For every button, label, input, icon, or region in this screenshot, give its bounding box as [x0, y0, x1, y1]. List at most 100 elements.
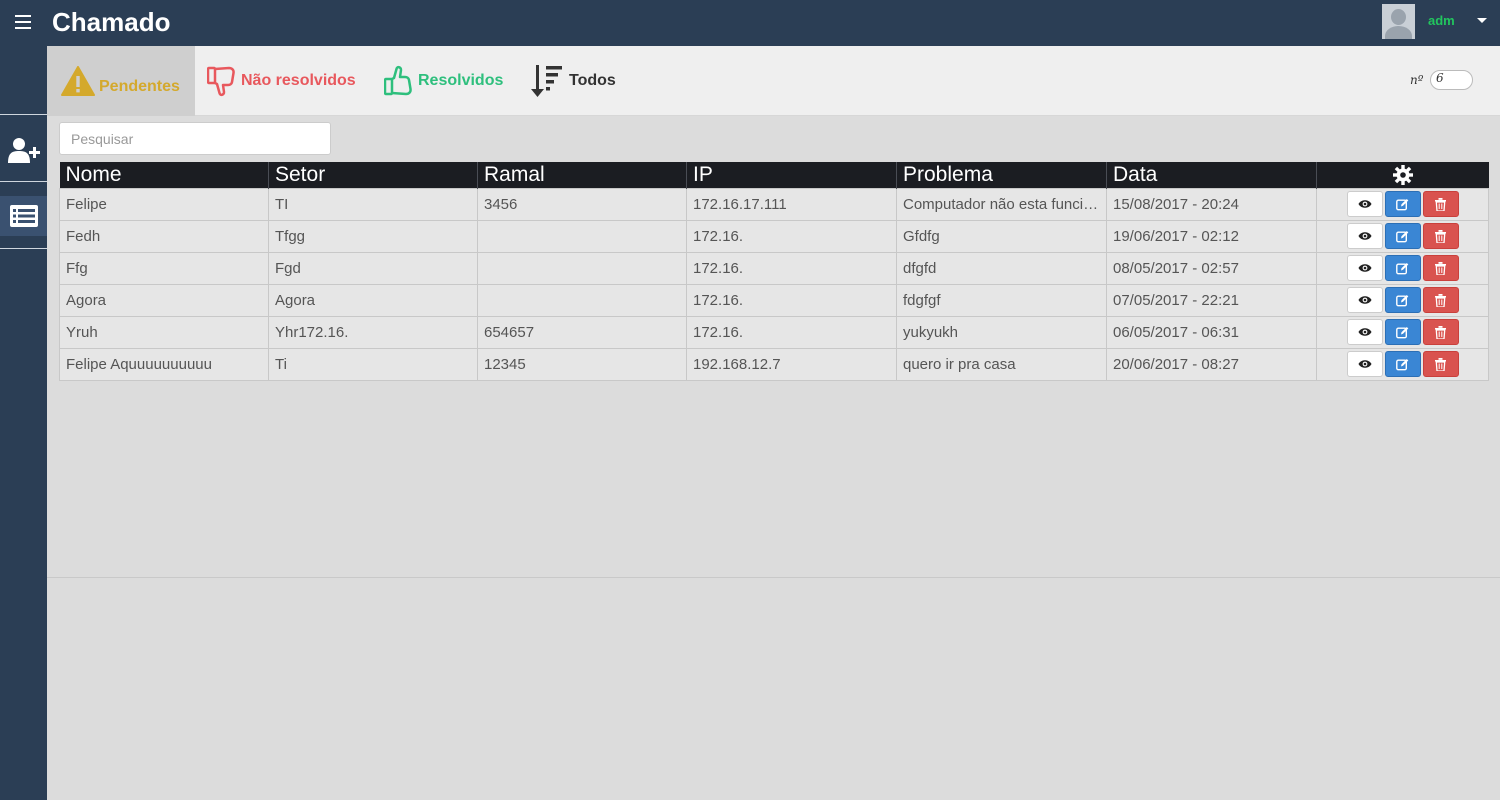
edit-icon: [1396, 326, 1409, 338]
cell-setor: Yhr172.16.: [268, 315, 478, 349]
trash-icon: [1435, 229, 1446, 243]
delete-button[interactable]: [1422, 319, 1459, 345]
delete-button[interactable]: [1422, 191, 1459, 217]
column-header[interactable]: Data: [1106, 162, 1317, 188]
eye-icon: [1358, 360, 1371, 368]
gear-icon: [1392, 165, 1413, 186]
trash-icon: [1435, 293, 1446, 307]
actions-column-header: [1316, 162, 1489, 188]
trash-icon: [1435, 357, 1446, 371]
view-button[interactable]: [1346, 191, 1383, 217]
cell-data: 07/05/2017 - 22:21: [1106, 283, 1317, 317]
cell-ramal: 12345: [477, 347, 687, 381]
edit-button[interactable]: [1384, 287, 1421, 313]
cell-nome: Felipe Aquuuuuuuuuu: [59, 347, 269, 381]
row-actions: [1316, 187, 1489, 221]
cell-nome: Ffg: [59, 251, 269, 285]
view-button[interactable]: [1346, 223, 1383, 249]
user-avatar[interactable]: [1382, 4, 1415, 39]
search-input[interactable]: [59, 122, 331, 155]
tab-nao-resolvidos[interactable]: Não resolvidos: [207, 46, 356, 116]
view-button[interactable]: [1346, 319, 1383, 345]
tab-pendentes-label: Pendentes: [99, 78, 180, 95]
view-button[interactable]: [1346, 287, 1383, 313]
cell-nome: Felipe: [59, 187, 269, 221]
app-title: Chamado: [52, 7, 171, 37]
delete-button[interactable]: [1422, 287, 1459, 313]
sidebar-divider: [0, 248, 47, 249]
cell-ip: 172.16.: [686, 283, 897, 317]
hamburger-menu-icon[interactable]: [15, 15, 31, 29]
view-button[interactable]: [1346, 255, 1383, 281]
eye-icon: [1358, 200, 1371, 208]
column-header[interactable]: Ramal: [477, 162, 687, 188]
user-dropdown-caret-icon[interactable]: [1477, 18, 1487, 23]
cell-nome: Fedh: [59, 219, 269, 253]
user-plus-icon: [7, 138, 40, 163]
column-header[interactable]: Setor: [268, 162, 478, 188]
edit-icon: [1396, 198, 1409, 210]
trash-icon: [1435, 325, 1446, 339]
cell-ramal: [477, 219, 687, 253]
ticket-count-field[interactable]: 6: [1430, 70, 1473, 90]
sort-icon: [531, 65, 562, 97]
edit-icon: [1396, 230, 1409, 242]
edit-button[interactable]: [1384, 351, 1421, 377]
cell-ip: 172.16.17.111: [686, 187, 897, 221]
eye-icon: [1358, 264, 1371, 272]
table-row[interactable]: Ffg Fgd 172.16. dfgfd 08/05/2017 - 02:57: [59, 251, 1489, 285]
table-row[interactable]: Felipe TI 3456 172.16.17.111 Computador …: [59, 187, 1489, 221]
cell-data: 08/05/2017 - 02:57: [1106, 251, 1317, 285]
cell-setor: TI: [268, 187, 478, 221]
cell-ramal: [477, 283, 687, 317]
sidebar-add-user-button[interactable]: [0, 130, 47, 170]
ticket-count-label: nº: [1410, 73, 1424, 87]
sidebar-list-button[interactable]: [0, 196, 47, 236]
cell-ramal: 654657: [477, 315, 687, 349]
eye-icon: [1358, 328, 1371, 336]
cell-setor: Fgd: [268, 251, 478, 285]
table-row[interactable]: Agora Agora 172.16. fdgfgf 07/05/2017 - …: [59, 283, 1489, 317]
delete-button[interactable]: [1422, 255, 1459, 281]
column-header[interactable]: Problema: [896, 162, 1107, 188]
cell-setor: Tfgg: [268, 219, 478, 253]
delete-button[interactable]: [1422, 351, 1459, 377]
tab-nao-resolvidos-label: Não resolvidos: [241, 72, 356, 89]
tab-resolvidos[interactable]: Resolvidos: [384, 46, 503, 116]
table-row[interactable]: Fedh Tfgg 172.16. Gfdfg 19/06/2017 - 02:…: [59, 219, 1489, 253]
edit-button[interactable]: [1384, 319, 1421, 345]
table-row[interactable]: Yruh Yhr172.16. 654657 172.16. yukyukh 0…: [59, 315, 1489, 349]
sidebar-divider: [0, 181, 47, 182]
edit-button[interactable]: [1384, 191, 1421, 217]
tab-pendentes[interactable]: Pendentes: [47, 46, 195, 116]
delete-button[interactable]: [1422, 223, 1459, 249]
username[interactable]: adm: [1428, 13, 1455, 28]
tickets-table: Nome Setor Ramal IP Problema Data Felipe…: [59, 162, 1489, 381]
cell-ramal: 3456: [477, 187, 687, 221]
cell-ip: 192.168.12.7: [686, 347, 897, 381]
tab-todos[interactable]: Todos: [531, 46, 616, 116]
cell-ip: 172.16.: [686, 315, 897, 349]
table-header-row: Nome Setor Ramal IP Problema Data: [59, 162, 1489, 188]
cell-ip: 172.16.: [686, 219, 897, 253]
cell-ip: 172.16.: [686, 251, 897, 285]
edit-button[interactable]: [1384, 223, 1421, 249]
cell-setor: Ti: [268, 347, 478, 381]
thumbs-down-icon: [207, 66, 235, 97]
cell-data: 15/08/2017 - 20:24: [1106, 187, 1317, 221]
cell-problema: dfgfd: [896, 251, 1107, 285]
cell-nome: Yruh: [59, 315, 269, 349]
cell-data: 20/06/2017 - 08:27: [1106, 347, 1317, 381]
status-tabs-bar: Pendentes Não resolvidos Resolvidos Todo…: [47, 46, 1500, 116]
view-button[interactable]: [1346, 351, 1383, 377]
column-header[interactable]: Nome: [59, 162, 269, 188]
table-row[interactable]: Felipe Aquuuuuuuuuu Ti 12345 192.168.12.…: [59, 347, 1489, 381]
row-actions: [1316, 251, 1489, 285]
row-actions: [1316, 283, 1489, 317]
column-header[interactable]: IP: [686, 162, 897, 188]
edit-button[interactable]: [1384, 255, 1421, 281]
trash-icon: [1435, 197, 1446, 211]
cell-nome: Agora: [59, 283, 269, 317]
cell-setor: Agora: [268, 283, 478, 317]
cell-problema: yukyukh: [896, 315, 1107, 349]
